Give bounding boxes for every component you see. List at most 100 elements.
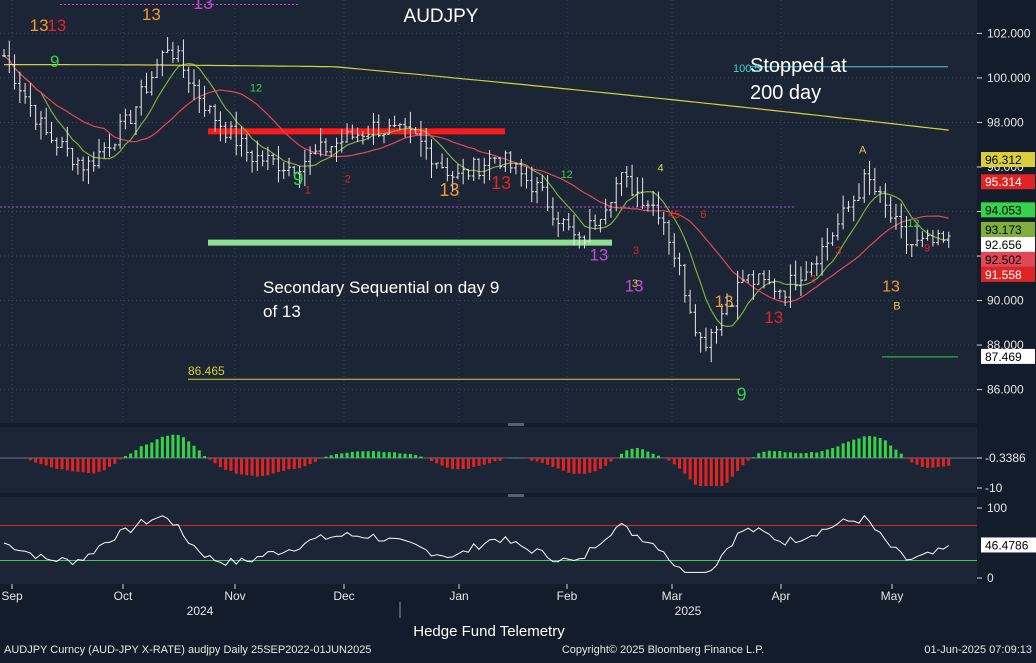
histogram-bar bbox=[119, 458, 122, 459]
histogram-bar bbox=[171, 435, 174, 458]
rsi-tick-label: 0 bbox=[987, 571, 994, 585]
histogram-bar bbox=[541, 458, 544, 463]
panel-splitter[interactable] bbox=[508, 423, 524, 426]
td-sequential-count: 13 bbox=[715, 292, 734, 311]
histogram-bar bbox=[794, 453, 797, 458]
histogram-bar bbox=[467, 458, 470, 469]
histogram-bar bbox=[910, 458, 913, 462]
histogram-bar bbox=[789, 452, 792, 458]
histogram-bar bbox=[815, 453, 818, 458]
histogram-bar bbox=[298, 458, 301, 468]
price-tick-label: 98.000 bbox=[987, 115, 1024, 129]
histogram-bar bbox=[646, 452, 649, 458]
price-tick-label: 86.000 bbox=[987, 383, 1024, 397]
histogram-bar bbox=[916, 458, 919, 465]
td-sequential-count: 12 bbox=[561, 169, 573, 181]
histogram-bar bbox=[124, 456, 127, 458]
histogram-bar bbox=[409, 454, 412, 458]
histogram-bar bbox=[668, 458, 671, 461]
histogram-bar bbox=[76, 458, 79, 472]
histogram-bar bbox=[451, 458, 454, 469]
footer-security: AUDJPY Curncy (AUD-JPY X-RATE) audjpy Da… bbox=[4, 644, 371, 656]
histogram-tick-label: -0.3386 bbox=[985, 451, 1026, 465]
price-label: 96.312 bbox=[985, 153, 1022, 167]
price-label: 91.558 bbox=[985, 268, 1022, 282]
td-sequential-count: 13 bbox=[589, 246, 608, 265]
histogram-bar bbox=[847, 442, 850, 458]
histogram-bar bbox=[156, 439, 159, 458]
td-sequential-count: 3 bbox=[835, 245, 841, 257]
histogram-bar bbox=[161, 437, 164, 458]
histogram-bar bbox=[657, 456, 660, 458]
audjpy-chart: 102.000100.00098.00096.00094.00092.00090… bbox=[0, 0, 1036, 658]
td-sequential-count: 13 bbox=[491, 173, 511, 193]
footer-copyright: Copyright© 2025 Bloomberg Finance L.P. bbox=[562, 644, 764, 656]
histogram-bar bbox=[710, 458, 713, 486]
histogram-bar bbox=[103, 458, 106, 470]
price-tick-label: 102.000 bbox=[987, 26, 1031, 40]
histogram-bar bbox=[224, 458, 227, 470]
histogram-bar bbox=[562, 458, 565, 471]
histogram-bar bbox=[71, 458, 74, 471]
histogram-bar bbox=[620, 454, 623, 458]
histogram-bar bbox=[45, 458, 48, 466]
price-tick-label: 90.000 bbox=[987, 294, 1024, 308]
histogram-bar bbox=[140, 446, 143, 458]
histogram-bar bbox=[193, 446, 196, 458]
histogram-bar bbox=[873, 437, 876, 458]
histogram-bar bbox=[530, 458, 533, 461]
td-sequential-count: 1 bbox=[305, 185, 311, 197]
histogram-bar bbox=[150, 442, 153, 458]
price-label: 95.314 bbox=[985, 175, 1022, 189]
td-sequential-count: 13 bbox=[764, 308, 783, 327]
td-sequential-count: 13 bbox=[142, 5, 161, 24]
histogram-bar bbox=[377, 451, 380, 458]
histogram-bar bbox=[145, 444, 148, 458]
histogram-bar bbox=[214, 458, 217, 463]
histogram-bar bbox=[319, 458, 322, 459]
td-sequential-count: 13 bbox=[439, 180, 459, 200]
histogram-bar bbox=[419, 456, 422, 458]
histogram-bar bbox=[462, 458, 465, 469]
stopped-annotation-line1: Stopped at bbox=[750, 55, 847, 77]
histogram-bar bbox=[625, 450, 628, 458]
histogram-bar bbox=[245, 458, 248, 475]
td-sequential-count: 4 bbox=[657, 162, 663, 174]
price-label: 87.469 bbox=[985, 350, 1022, 364]
histogram-bar bbox=[599, 458, 602, 469]
histogram-bar bbox=[446, 458, 449, 468]
td-sequential-count: 13 bbox=[30, 16, 49, 35]
histogram-bar bbox=[594, 458, 597, 471]
rsi-last-label: 46.4786 bbox=[985, 538, 1029, 552]
histogram-bar bbox=[609, 458, 612, 462]
td-sequential-count: 13 bbox=[882, 279, 900, 296]
td-sequential-count: 9 bbox=[736, 385, 746, 405]
histogram-bar bbox=[493, 458, 496, 461]
histogram-bar bbox=[203, 456, 206, 458]
histogram-bar bbox=[683, 458, 686, 474]
histogram-bar bbox=[905, 458, 908, 459]
rsi-tick-label: 100 bbox=[987, 501, 1007, 515]
chart-window: 102.000100.00098.00096.00094.00092.00090… bbox=[0, 0, 1036, 658]
histogram-bar bbox=[773, 451, 776, 458]
panel-splitter[interactable] bbox=[508, 494, 524, 497]
time-tick-label: Dec bbox=[333, 589, 354, 603]
time-tick-label: Mar bbox=[662, 589, 683, 603]
td-sequential-count: B bbox=[893, 301, 900, 313]
td-sequential-count: 9 bbox=[50, 52, 59, 71]
histogram-bar bbox=[947, 458, 950, 466]
td-sequential-count: 2 bbox=[345, 174, 351, 186]
histogram-bar bbox=[55, 458, 58, 469]
price-tick-label: 100.000 bbox=[987, 71, 1031, 85]
histogram-bar bbox=[884, 440, 887, 458]
histogram-bar bbox=[889, 446, 892, 458]
histogram-bar bbox=[478, 458, 481, 466]
histogram-bar bbox=[868, 436, 871, 458]
histogram-bar bbox=[715, 458, 718, 486]
histogram-bar bbox=[324, 457, 327, 458]
histogram-bar bbox=[826, 449, 829, 458]
histogram-bar bbox=[763, 452, 766, 458]
histogram-bar bbox=[472, 458, 475, 467]
chart-title: AUDJPY bbox=[404, 6, 479, 27]
time-tick-label: Jan bbox=[449, 589, 468, 603]
